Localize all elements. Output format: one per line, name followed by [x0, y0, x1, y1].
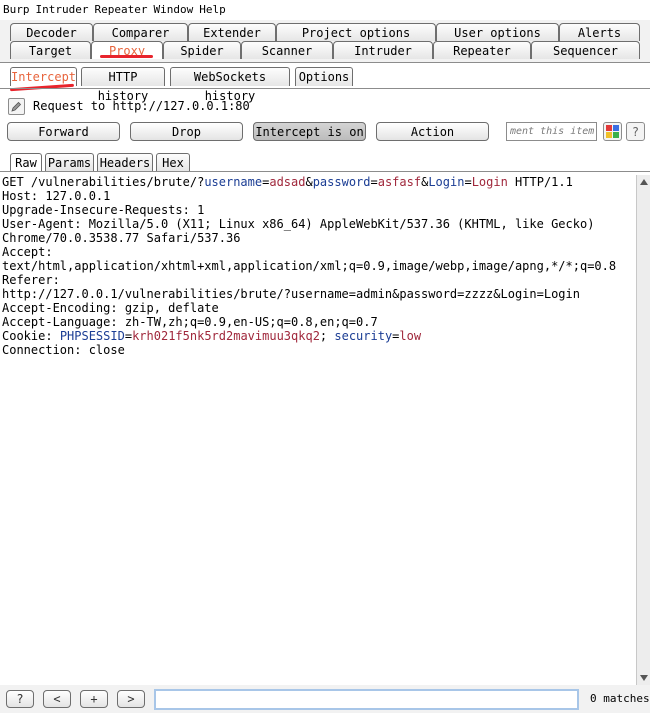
subtab-websockets-history[interactable]: WebSockets history	[170, 67, 290, 103]
drop-button[interactable]: Drop	[130, 122, 243, 141]
cookie-name: PHPSESSID	[59, 329, 125, 343]
param-value: asfasf	[377, 175, 422, 189]
tab-project-options[interactable]: Project options	[276, 23, 436, 41]
content-tabs-divider	[0, 171, 650, 172]
header-line: Accept-Encoding: gzip, deflate	[2, 301, 219, 315]
header-line: Accept-Language: zh-TW,zh;q=0.9,en-US;q=…	[2, 315, 378, 329]
header-line: User-Agent: Mozilla/5.0 (X11; Linux x86_…	[2, 217, 595, 231]
subtab-options[interactable]: Options	[295, 67, 353, 86]
cookie-line: Cookie: PHPSESSID=krh021f5nk5rd2mavimuu3…	[2, 329, 422, 343]
search-add-button[interactable]: +	[80, 690, 108, 708]
tab-comparer[interactable]: Comparer	[93, 23, 188, 41]
param-name: Login	[428, 175, 465, 189]
action-button[interactable]: Action	[376, 122, 489, 141]
request-info: Request to http://127.0.0.1:80	[8, 97, 250, 115]
cookie-label: Cookie:	[2, 329, 53, 343]
tab-scanner[interactable]: Scanner	[241, 41, 333, 59]
forward-button[interactable]: Forward	[7, 122, 120, 141]
cookie-value: low	[399, 329, 422, 343]
menu-bar: Burp Intruder Repeater Window Help	[0, 0, 650, 21]
content-tab-params[interactable]: Params	[45, 153, 94, 171]
cookie-value: krh021f5nk5rd2mavimuu3qkq2	[132, 329, 320, 343]
header-line: text/html,application/xhtml+xml,applicat…	[2, 259, 617, 273]
editor-scrollbar[interactable]	[636, 175, 650, 685]
menu-help[interactable]: Help	[196, 0, 229, 20]
request-path: /vulnerabilities/brute/?	[30, 175, 205, 189]
subtab-intercept[interactable]: Intercept	[10, 67, 77, 86]
help-icon[interactable]: ?	[626, 122, 645, 141]
tab-spider[interactable]: Spider	[163, 41, 241, 59]
tab-intruder[interactable]: Intruder	[333, 41, 433, 59]
content-tab-raw[interactable]: Raw	[10, 153, 42, 171]
comment-input[interactable]: ment this item	[506, 122, 597, 141]
tab-target[interactable]: Target	[10, 41, 91, 59]
subtab-http-history[interactable]: HTTP history	[81, 67, 165, 103]
request-target-label: Request to http://127.0.0.1:80	[33, 99, 250, 113]
search-help-button[interactable]: ?	[6, 690, 34, 708]
http-protocol: HTTP/1.1	[515, 175, 573, 189]
subtabs-divider	[0, 88, 650, 89]
tab-extender[interactable]: Extender	[188, 23, 276, 41]
tab-decoder[interactable]: Decoder	[10, 23, 93, 41]
scroll-up-icon[interactable]	[640, 179, 648, 185]
search-bar: ? < + > 0 matches	[0, 685, 650, 713]
tabs-divider	[0, 62, 650, 63]
http-method: GET	[2, 175, 24, 189]
intercept-toggle-button[interactable]: Intercept is on	[253, 122, 366, 141]
tab-repeater[interactable]: Repeater	[433, 41, 531, 59]
header-line: Referer:	[2, 273, 60, 287]
param-name: password	[312, 175, 371, 189]
header-line: Connection: close	[2, 343, 125, 357]
highlight-color-icon[interactable]	[603, 122, 622, 141]
request-editor[interactable]: GET /vulnerabilities/brute/?username=ads…	[0, 175, 636, 685]
param-value: Login	[471, 175, 508, 189]
param-name: username	[204, 175, 263, 189]
pencil-icon[interactable]	[8, 97, 25, 115]
proxy-annotation-mark	[100, 55, 153, 58]
search-input[interactable]	[154, 689, 579, 710]
param-value: adsad	[269, 175, 306, 189]
tab-sequencer[interactable]: Sequencer	[531, 41, 640, 59]
scroll-down-icon[interactable]	[640, 675, 648, 681]
menu-repeater[interactable]: Repeater	[91, 0, 150, 20]
content-tab-headers[interactable]: Headers	[97, 153, 153, 171]
header-line: Accept:	[2, 245, 53, 259]
request-line: GET /vulnerabilities/brute/?username=ads…	[2, 175, 573, 189]
main-tabs: Decoder Comparer Extender Project option…	[0, 20, 650, 62]
tab-alerts[interactable]: Alerts	[559, 23, 640, 41]
header-line: Upgrade-Insecure-Requests: 1	[2, 203, 205, 217]
search-next-button[interactable]: >	[117, 690, 145, 708]
match-count: 0 matches	[590, 692, 650, 705]
header-line: http://127.0.0.1/vulnerabilities/brute/?…	[2, 287, 580, 301]
menu-window[interactable]: Window	[150, 0, 196, 20]
search-previous-button[interactable]: <	[43, 690, 71, 708]
content-tab-hex[interactable]: Hex	[156, 153, 190, 171]
menu-intruder[interactable]: Intruder	[33, 0, 92, 20]
header-line: Chrome/70.0.3538.77 Safari/537.36	[2, 231, 241, 245]
header-line: Host: 127.0.0.1	[2, 189, 111, 203]
menu-burp[interactable]: Burp	[0, 0, 33, 20]
cookie-name: security	[334, 329, 393, 343]
tab-user-options[interactable]: User options	[436, 23, 559, 41]
